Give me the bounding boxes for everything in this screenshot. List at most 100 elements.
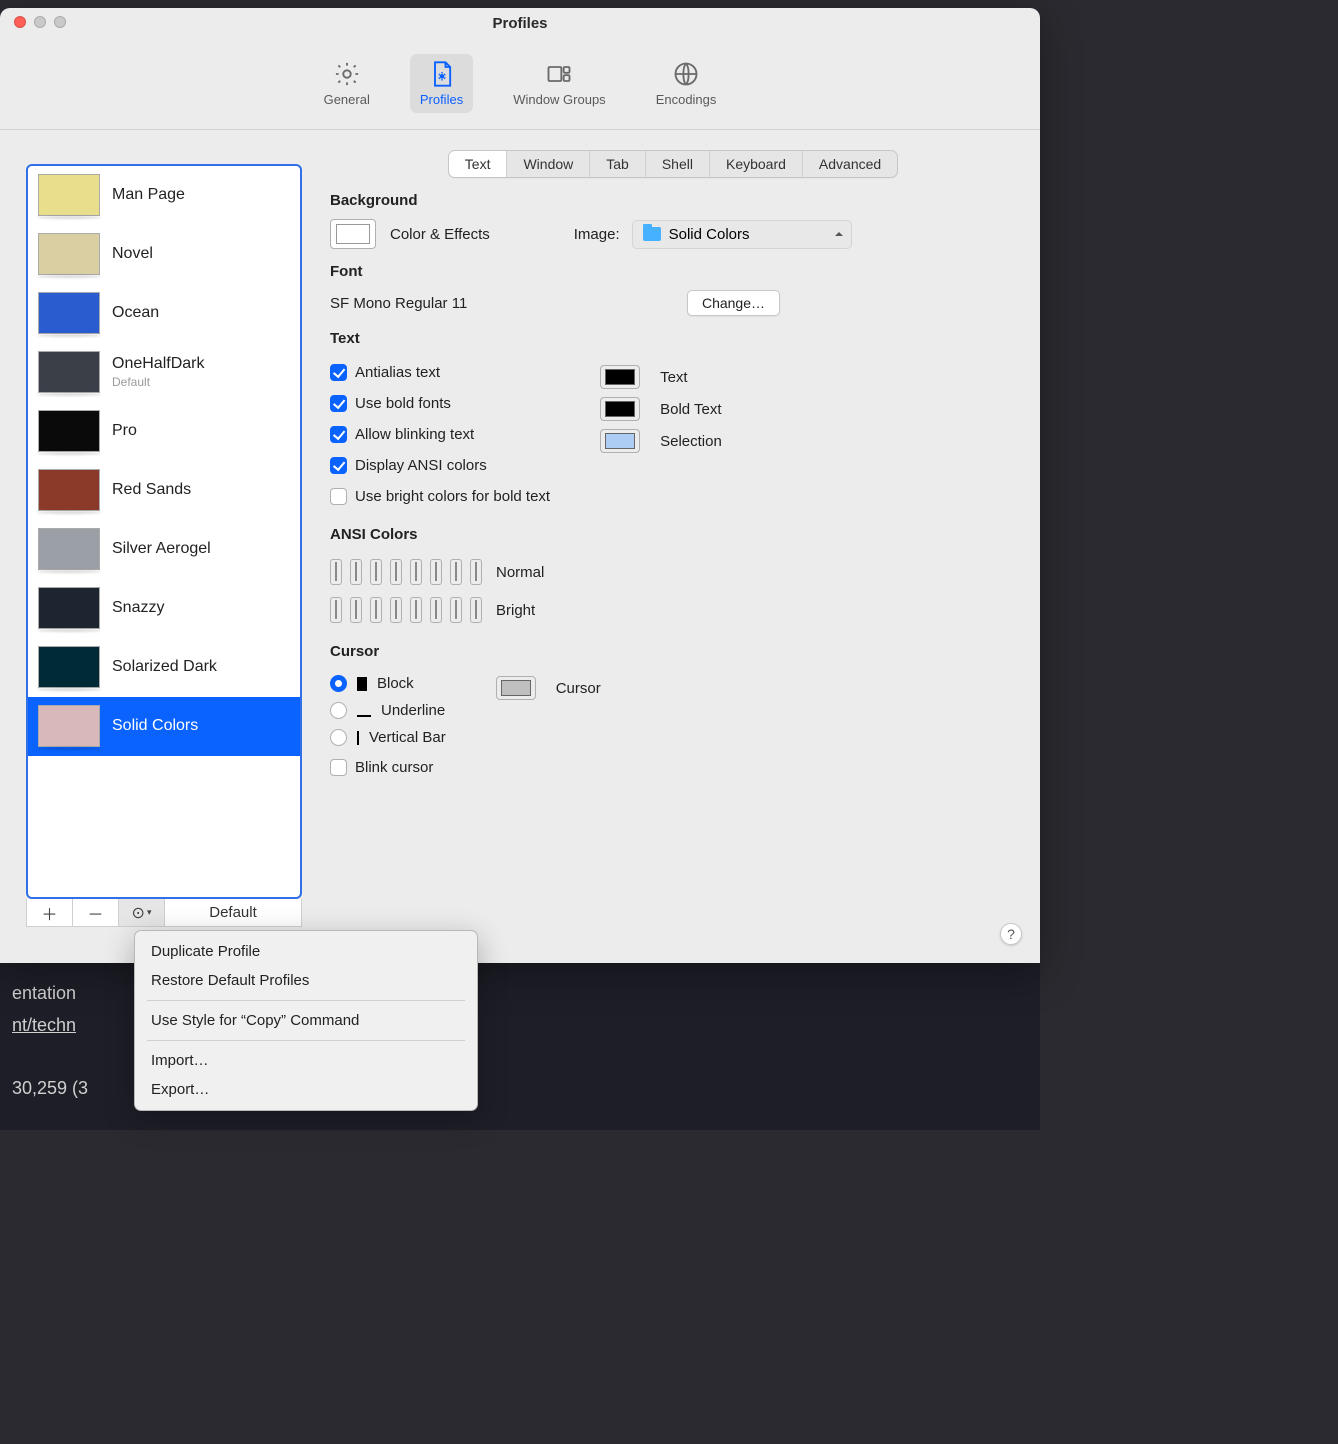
bold-fonts-checkbox[interactable]: Use bold fonts <box>330 395 550 412</box>
profile-default-label: Default <box>112 375 204 389</box>
ansi-normal-well-0[interactable] <box>330 559 342 585</box>
blinking-checkbox[interactable]: Allow blinking text <box>330 426 550 443</box>
background-heading: Background <box>330 192 1016 209</box>
minimize-window-button[interactable] <box>34 16 46 28</box>
menu-import[interactable]: Import… <box>135 1046 477 1075</box>
ansi-bright-well-0[interactable] <box>330 597 342 623</box>
tab-window[interactable]: Window <box>507 151 590 177</box>
image-label: Image: <box>574 226 620 243</box>
bold-color-well[interactable] <box>600 397 640 421</box>
profile-name-label: Ocean <box>112 304 159 322</box>
tab-tab[interactable]: Tab <box>590 151 646 177</box>
add-profile-button[interactable]: ＋ <box>27 899 73 926</box>
profile-item-solid-colors[interactable]: Solid Colors <box>28 697 300 756</box>
profile-actions-menu: Duplicate Profile Restore Default Profil… <box>134 930 478 1111</box>
profile-item-man-page[interactable]: Man Page <box>28 166 300 225</box>
cursor-underline-radio[interactable]: Underline <box>330 702 446 719</box>
ansi-normal-well-2[interactable] <box>370 559 382 585</box>
font-value: SF Mono Regular 11 <box>330 295 467 312</box>
blink-cursor-checkbox[interactable]: Blink cursor <box>330 759 446 776</box>
cursor-heading: Cursor <box>330 643 1016 660</box>
toolbar-window-groups[interactable]: Window Groups <box>503 54 615 113</box>
ansi-bright-well-2[interactable] <box>370 597 382 623</box>
menu-duplicate-profile[interactable]: Duplicate Profile <box>135 937 477 966</box>
text-heading: Text <box>330 330 1016 347</box>
help-button[interactable]: ? <box>1000 923 1022 945</box>
profile-name-label: OneHalfDark <box>112 355 204 373</box>
folder-icon <box>643 227 661 241</box>
profile-name-label: Solid Colors <box>112 717 198 735</box>
ansi-normal-well-6[interactable] <box>450 559 462 585</box>
tab-keyboard[interactable]: Keyboard <box>710 151 803 177</box>
tab-shell[interactable]: Shell <box>646 151 710 177</box>
profile-thumb <box>38 528 100 570</box>
profile-name-label: Silver Aerogel <box>112 540 211 558</box>
profile-item-pro[interactable]: Pro <box>28 402 300 461</box>
titlebar: Profiles <box>0 8 1040 38</box>
set-default-button[interactable]: Default <box>165 899 301 926</box>
ansi-bright-well-1[interactable] <box>350 597 362 623</box>
profile-thumb <box>38 469 100 511</box>
profile-thumb <box>38 705 100 747</box>
gear-icon <box>333 60 361 88</box>
menu-restore-defaults[interactable]: Restore Default Profiles <box>135 966 477 995</box>
font-change-button[interactable]: Change… <box>687 290 780 316</box>
toolbar: General Profiles Window Groups Encodings <box>0 38 1040 130</box>
profile-name-label: Snazzy <box>112 599 164 617</box>
ansi-colors-checkbox[interactable]: Display ANSI colors <box>330 457 550 474</box>
profile-item-ocean[interactable]: Ocean <box>28 284 300 343</box>
profile-item-red-sands[interactable]: Red Sands <box>28 461 300 520</box>
toolbar-profiles[interactable]: Profiles <box>410 54 473 113</box>
ansi-normal-well-7[interactable] <box>470 559 482 585</box>
remove-profile-button[interactable]: － <box>73 899 119 926</box>
ansi-bright-well-3[interactable] <box>390 597 402 623</box>
text-color-well[interactable] <box>600 365 640 389</box>
settings-tabs: Text Window Tab Shell Keyboard Advanced <box>448 150 898 178</box>
close-window-button[interactable] <box>14 16 26 28</box>
profile-item-solarized-dark[interactable]: Solarized Dark <box>28 638 300 697</box>
ansi-normal-well-1[interactable] <box>350 559 362 585</box>
color-effects-label: Color & Effects <box>390 226 490 243</box>
antialias-checkbox[interactable]: Antialias text <box>330 364 550 381</box>
profile-item-novel[interactable]: Novel <box>28 225 300 284</box>
profiles-list[interactable]: Man Page Novel Ocean OneHalfDark Default Pro R… <box>26 164 302 899</box>
ellipsis-icon: ⊙ <box>132 903 145 923</box>
background-image-popup[interactable]: Solid Colors <box>632 220 852 249</box>
background-color-well[interactable] <box>330 219 376 249</box>
font-heading: Font <box>330 263 1016 280</box>
ansi-bright-well-4[interactable] <box>410 597 422 623</box>
windows-icon <box>545 60 573 88</box>
preferences-window: Profiles General Profiles Window Groups … <box>0 8 1040 963</box>
cursor-color-well[interactable] <box>496 676 536 700</box>
ansi-normal-well-3[interactable] <box>390 559 402 585</box>
file-gear-icon <box>428 60 456 88</box>
cursor-vertical-radio[interactable]: Vertical Bar <box>330 729 446 746</box>
cursor-block-radio[interactable]: Block <box>330 675 446 692</box>
toolbar-encodings[interactable]: Encodings <box>646 54 727 113</box>
profile-item-snazzy[interactable]: Snazzy <box>28 579 300 638</box>
globe-icon <box>672 60 700 88</box>
menu-use-style-copy[interactable]: Use Style for “Copy” Command <box>135 1006 477 1035</box>
profile-item-silver-aerogel[interactable]: Silver Aerogel <box>28 520 300 579</box>
ansi-normal-row <box>330 559 482 585</box>
tab-advanced[interactable]: Advanced <box>803 151 897 177</box>
profile-name-label: Solarized Dark <box>112 658 217 676</box>
profile-name-label: Man Page <box>112 186 185 204</box>
profile-name-label: Pro <box>112 422 137 440</box>
toolbar-general[interactable]: General <box>314 54 380 113</box>
profile-item-onehalfdark[interactable]: OneHalfDark Default <box>28 343 300 402</box>
minus-icon: － <box>87 901 103 925</box>
ansi-normal-well-4[interactable] <box>410 559 422 585</box>
zoom-window-button[interactable] <box>54 16 66 28</box>
menu-export[interactable]: Export… <box>135 1075 477 1104</box>
ansi-bright-well-7[interactable] <box>470 597 482 623</box>
profile-thumb <box>38 646 100 688</box>
ansi-normal-well-5[interactable] <box>430 559 442 585</box>
ansi-bright-row <box>330 597 482 623</box>
ansi-bright-well-5[interactable] <box>430 597 442 623</box>
bright-bold-checkbox[interactable]: Use bright colors for bold text <box>330 488 550 505</box>
ansi-bright-well-6[interactable] <box>450 597 462 623</box>
selection-color-well[interactable] <box>600 429 640 453</box>
profile-actions-button[interactable]: ⊙▾ <box>119 899 165 926</box>
tab-text[interactable]: Text <box>449 151 508 177</box>
